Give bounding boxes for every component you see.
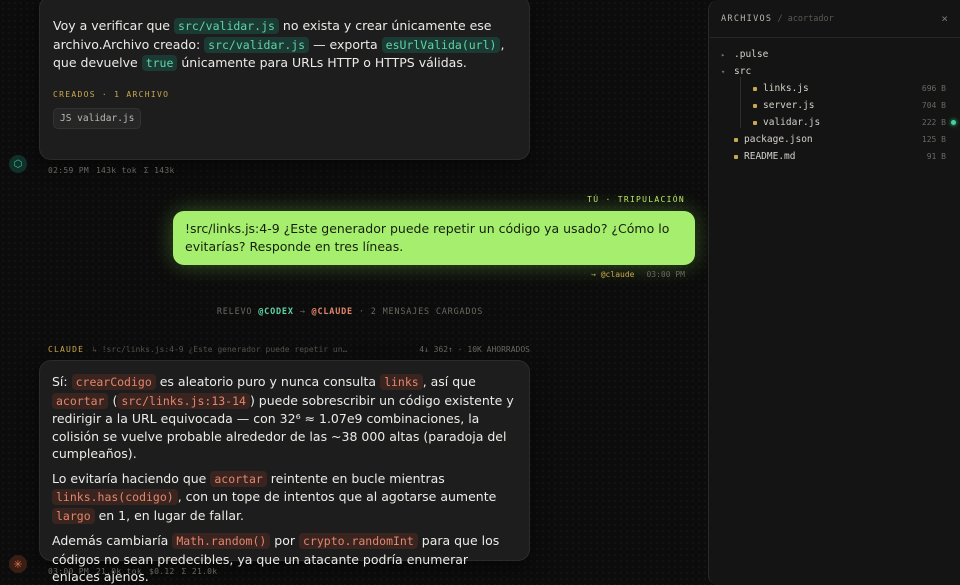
inline-code: src/validar.js [204, 36, 310, 53]
text-span: ( [108, 392, 118, 408]
file-dot-icon [753, 103, 757, 108]
codex-avatar-icon: ⬡ [9, 155, 27, 173]
sender-name: CLAUDE [48, 345, 85, 354]
panel-title: ARCHIVOS [721, 13, 773, 24]
file-size: 91 B [926, 152, 946, 161]
tree-item-validar[interactable]: validar.js 222 B [709, 114, 960, 131]
inline-code: esUrlValida(url) [381, 36, 501, 53]
tree-item-links[interactable]: links.js 696 B [709, 80, 960, 97]
relay-from: @CODEX [258, 307, 294, 317]
claude-message-header: CLAUDE ↳ !src/links.js:4-9 ¿Este generado… [48, 345, 530, 354]
inline-code: links.has(codigo) [52, 489, 178, 505]
folder-name: .pulse [734, 49, 769, 60]
user-message: !src/links.js:4-9 ¿Este generador puede … [173, 211, 695, 265]
text-span: Sí: [52, 374, 72, 389]
relay-notice: RELEVO @CODEX → @CLAUDE · 2 MENSAJES CAR… [0, 307, 700, 317]
meta-cost: $0.12 [149, 567, 175, 576]
created-file-chip[interactable]: JS validar.js [53, 107, 142, 129]
panel-subtitle: / acortador [772, 13, 834, 24]
text-span: reintente en bucle mientras [266, 470, 445, 486]
text-span: es aleatorio puro y nunca consulta [155, 374, 381, 389]
relay-to: @CLAUDE [311, 307, 353, 317]
inline-code: crypto.randomInt [299, 533, 418, 549]
file-dot-icon [753, 120, 757, 125]
text-span: Voy a verificar que [53, 18, 174, 33]
chevron-down-icon: ▾ [721, 67, 726, 76]
reply-reference[interactable]: ↳ !src/links.js:4-9 ¿Este generador pued… [92, 345, 347, 354]
inline-code: acortar [52, 392, 109, 409]
inline-code: Math.random() [172, 533, 271, 549]
file-dot-icon [734, 154, 738, 159]
meta-total: Σ 21.0k [181, 567, 218, 576]
message-meta: 02:59 PM 143k tok Σ 143k [48, 166, 182, 175]
meta-tokens: 21.0k tok [95, 567, 142, 576]
tree-item-package[interactable]: package.json 125 B [709, 131, 960, 148]
message-paragraph-1: Sí: crearCodigo es aleatorio puro y nunc… [52, 373, 516, 463]
message-paragraph-3: Además cambiaría Math.random() por crypt… [52, 532, 516, 585]
meta-tokens: 143k tok [95, 166, 137, 175]
tree-item-readme[interactable]: README.md 91 B [709, 148, 960, 165]
inline-code: src/validar.js [173, 18, 279, 34]
text-span: únicamente para URLs HTTP o HTTPS válida… [177, 55, 467, 70]
tree-item-src[interactable]: ▾ src [709, 63, 960, 80]
user-header: TÚ · TRIPULACIÓN [587, 195, 685, 204]
inline-code: crearCodigo [71, 374, 156, 390]
file-size: 696 B [921, 84, 946, 93]
file-name: server.js [763, 100, 815, 111]
text-span: , así que [422, 374, 476, 389]
created-files-label: CREADOS · 1 ARCHIVO [53, 89, 170, 99]
file-size: 222 B [921, 118, 946, 127]
user-meta: → @claude 03:00 PM [591, 270, 685, 279]
inline-code: true [141, 55, 178, 71]
text-span: , con un tope de intentos que al agotars… [177, 489, 497, 504]
chat-area: Voy a verificar que src/validar.js no ex… [0, 0, 700, 585]
assistant-message-claude: Sí: crearCodigo es aleatorio puro y nunc… [39, 360, 530, 584]
relay-arrow: → [293, 307, 312, 317]
tree-item-pulse[interactable]: ▸ .pulse [709, 46, 960, 63]
text-span: — exporta [309, 36, 382, 52]
inline-code: largo [52, 507, 95, 524]
file-size: 704 B [921, 101, 946, 110]
relay-prefix: RELEVO [216, 307, 259, 317]
file-name: validar.js [763, 117, 821, 128]
message-text: Voy a verificar que src/validar.js no ex… [53, 17, 516, 73]
message-paragraph-2: Lo evitaría haciendo que acortar reinten… [52, 470, 516, 526]
file-name: links.js [763, 83, 809, 94]
tree-item-server[interactable]: server.js 704 B [709, 97, 960, 114]
assistant-message-codex: Voy a verificar que src/validar.js no ex… [39, 0, 530, 160]
file-size: 125 B [921, 135, 946, 144]
inline-code: acortar [210, 470, 267, 487]
meta-time: 02:59 PM [48, 166, 89, 175]
inline-code: src/links.js:13-14 [117, 392, 250, 409]
files-panel-header: ARCHIVOS / acortador × [709, 0, 960, 38]
file-dot-icon [753, 86, 757, 91]
relay-suffix: · 2 MENSAJES CARGADOS [352, 307, 484, 317]
file-name: README.md [744, 151, 796, 162]
token-stats: 4↓ 362↑ · 10K AHORRADOS [419, 345, 530, 354]
tree-guide-line [740, 77, 741, 128]
user-time: 03:00 PM [646, 270, 685, 279]
meta-time: 03:00 PM [48, 567, 89, 576]
text-span: Lo evitaría haciendo que [52, 470, 211, 486]
chevron-right-icon: ▸ [721, 50, 726, 59]
text-span: en 1, en lugar de fallar. [94, 507, 245, 523]
inline-code: links [380, 374, 423, 390]
file-dot-icon [734, 137, 738, 142]
message-meta: 03:00 PM 21.0k tok $0.12 Σ 21.0k [48, 567, 224, 576]
file-tree: ▸ .pulse ▾ src links.js 696 B server.js … [709, 38, 960, 165]
new-file-indicator-icon [951, 120, 956, 125]
close-icon[interactable]: × [941, 12, 948, 25]
text-span: Además cambiaría [52, 533, 173, 548]
recipient: → @claude [591, 270, 635, 279]
folder-name: src [734, 66, 752, 77]
claude-avatar-icon: ✳ [9, 555, 27, 573]
files-panel: ARCHIVOS / acortador × ▸ .pulse ▾ src li… [708, 0, 960, 585]
meta-total: Σ 143k [143, 166, 175, 175]
file-name: package.json [744, 134, 813, 145]
text-span: por [270, 533, 299, 548]
